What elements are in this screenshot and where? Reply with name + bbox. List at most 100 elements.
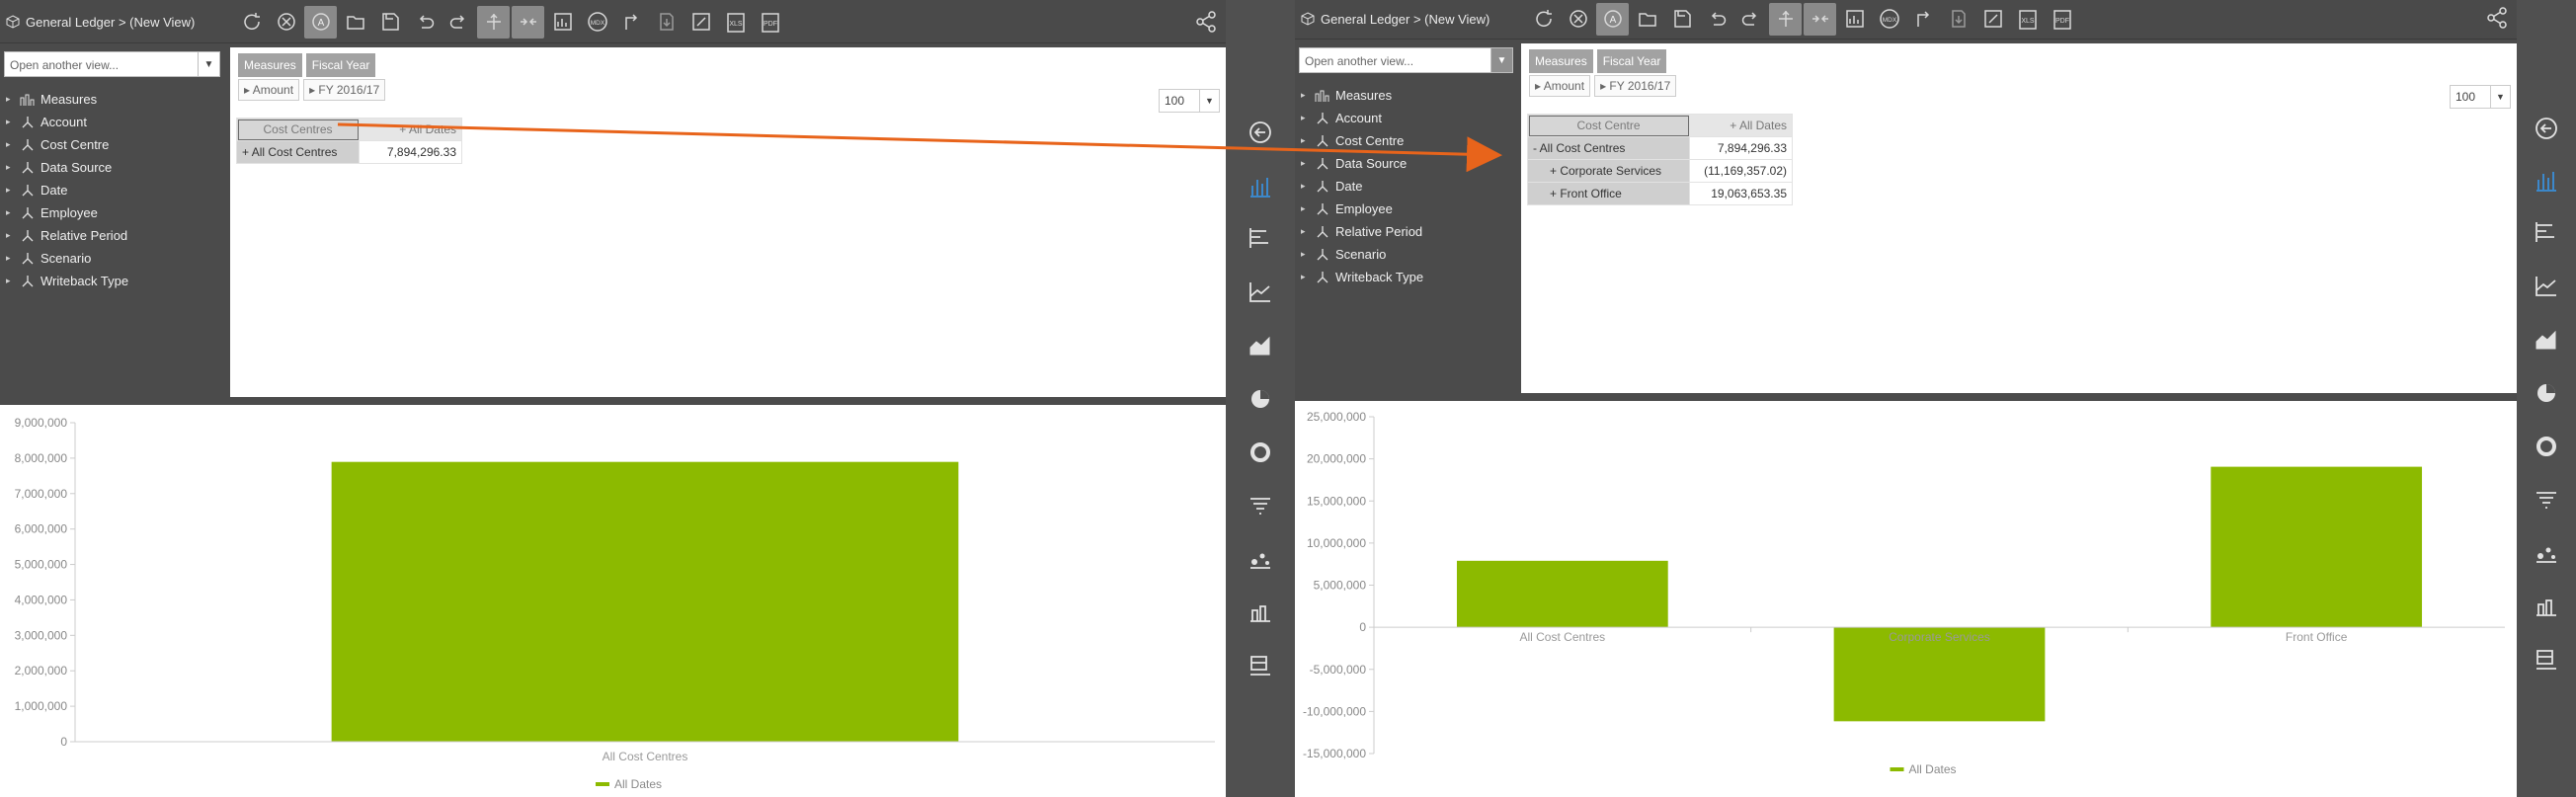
xls-button[interactable]: XLS (2011, 3, 2044, 36)
expand-arrow-icon[interactable]: ▸ (6, 276, 18, 286)
redo-button[interactable] (1734, 3, 1767, 36)
bar-front-office[interactable] (2211, 466, 2423, 628)
tree-item-cost-centre[interactable]: ▸ Cost Centre (6, 133, 128, 156)
open-button[interactable] (1631, 3, 1663, 36)
value-cell[interactable]: 7,894,296.33 (1689, 136, 1793, 160)
swap-button[interactable] (1907, 3, 1940, 36)
value-cell[interactable]: 19,063,653.35 (1689, 182, 1793, 205)
tree-item-relative-period[interactable]: ▸ Relative Period (6, 224, 128, 247)
page-size-select[interactable]: 100 ▼ (1159, 89, 1220, 113)
bar-chart-button[interactable] (1247, 225, 1274, 253)
legend-label[interactable]: All Dates (614, 777, 662, 791)
measures-chip[interactable]: Measures (238, 53, 302, 77)
expand-arrow-icon[interactable]: ▸ (1301, 158, 1313, 169)
expand-arrow-icon[interactable]: ▸ (6, 185, 18, 196)
swap-button[interactable] (615, 6, 648, 39)
expand-arrow-icon[interactable]: ▸ (1301, 113, 1313, 123)
expand-arrow-icon[interactable]: ▸ (6, 94, 18, 105)
column-header-cell[interactable]: + All Dates (359, 118, 462, 141)
pie-chart-button[interactable] (1247, 385, 1274, 413)
chevron-down-icon[interactable]: ▼ (2490, 86, 2510, 108)
value-cell[interactable]: (11,169,357.02) (1689, 159, 1793, 183)
tree-item-date[interactable]: ▸ Date (6, 179, 128, 201)
expand-arrow-icon[interactable]: ▸ (1301, 90, 1313, 101)
pdf-button[interactable]: PDF (754, 6, 786, 39)
area-chart-button[interactable] (1247, 332, 1274, 359)
undo-button[interactable] (408, 6, 441, 39)
combo-chart-button[interactable] (1247, 598, 1274, 626)
chart-toggle-button[interactable] (546, 6, 579, 39)
chevron-down-icon[interactable]: ▼ (198, 52, 219, 76)
tree-item-account[interactable]: ▸ Account (1301, 107, 1423, 129)
expand-arrow-icon[interactable]: ▸ (1301, 203, 1313, 214)
combo-chart-button[interactable] (2533, 593, 2560, 620)
tree-item-data-source[interactable]: ▸ Data Source (6, 156, 128, 179)
open-button[interactable] (339, 6, 371, 39)
tree-item-writeback-type[interactable]: ▸ Writeback Type (6, 270, 128, 292)
tree-item-account[interactable]: ▸ Account (6, 111, 128, 133)
xls-button[interactable]: XLS (719, 6, 752, 39)
breadcrumb[interactable]: General Ledger > (New View) (1301, 9, 1489, 29)
funnel-chart-button[interactable] (1247, 492, 1274, 519)
auto-button[interactable]: A (1596, 2, 1629, 36)
export-button[interactable] (1942, 3, 1974, 36)
tree-item-measures[interactable]: ▸ Measures (1301, 84, 1423, 107)
bar-chart-button[interactable] (2533, 219, 2560, 247)
amount-chip[interactable]: ▸ Amount (1529, 75, 1591, 97)
cancel-button[interactable] (270, 6, 302, 39)
redo-button[interactable] (443, 6, 475, 39)
view-selector-text[interactable]: Open another view... (5, 52, 198, 76)
page-size-select[interactable]: 100 ▼ (2450, 85, 2511, 109)
row-label-cell[interactable]: + Corporate Services (1527, 159, 1690, 183)
tree-item-relative-period[interactable]: ▸ Relative Period (1301, 220, 1423, 243)
cancel-button[interactable] (1562, 3, 1594, 36)
amount-chip[interactable]: ▸ Amount (238, 79, 300, 101)
measures-chip[interactable]: Measures (1529, 49, 1593, 73)
share-icon[interactable] (2485, 6, 2509, 30)
expand-arrow-icon[interactable]: ▸ (1301, 249, 1313, 260)
column-header-cell[interactable]: + All Dates (1689, 114, 1793, 137)
undo-button[interactable] (1700, 3, 1732, 36)
pivot-split-button[interactable] (1769, 2, 1802, 36)
table-chart-button[interactable] (1247, 652, 1274, 679)
mdx-button[interactable]: MDX (581, 6, 613, 39)
funnel-chart-button[interactable] (2533, 486, 2560, 514)
pivot-merge-button[interactable] (512, 5, 544, 39)
area-chart-button[interactable] (2533, 326, 2560, 354)
donut-chart-button[interactable] (2533, 433, 2560, 460)
tree-item-employee[interactable]: ▸ Employee (6, 201, 128, 224)
row-header-cell[interactable]: Cost Centre (1527, 114, 1690, 137)
chevron-down-icon[interactable]: ▼ (1199, 90, 1219, 112)
tree-item-writeback-type[interactable]: ▸ Writeback Type (1301, 266, 1423, 288)
fiscal-year-chip[interactable]: Fiscal Year (305, 53, 376, 77)
refresh-button[interactable] (1527, 3, 1560, 36)
tree-item-date[interactable]: ▸ Date (1301, 175, 1423, 198)
line-chart-button[interactable] (2533, 273, 2560, 300)
expand-arrow-icon[interactable]: ▸ (6, 207, 18, 218)
row-label-cell[interactable]: + Front Office (1527, 182, 1690, 205)
donut-chart-button[interactable] (1247, 438, 1274, 466)
fy-chip[interactable]: ▸ FY 2016/17 (303, 79, 386, 101)
breadcrumb[interactable]: General Ledger > (New View) (6, 12, 195, 32)
tree-item-data-source[interactable]: ▸ Data Source (1301, 152, 1423, 175)
chevron-down-icon[interactable]: ▼ (1490, 48, 1512, 72)
value-cell[interactable]: 7,894,296.33 (359, 140, 462, 164)
expand-arrow-icon[interactable]: ▸ (6, 117, 18, 127)
bar-all-cost-centres[interactable] (331, 461, 959, 742)
tree-item-scenario[interactable]: ▸ Scenario (1301, 243, 1423, 266)
pivot-merge-button[interactable] (1804, 2, 1836, 36)
expand-arrow-icon[interactable]: ▸ (1301, 272, 1313, 282)
line-chart-button[interactable] (1247, 279, 1274, 306)
view-selector[interactable]: Open another view... ▼ (1299, 47, 1513, 73)
tree-item-cost-centre[interactable]: ▸ Cost Centre (1301, 129, 1423, 152)
scatter-chart-button[interactable] (1247, 545, 1274, 573)
back-button[interactable] (2533, 115, 2560, 142)
fy-chip[interactable]: ▸ FY 2016/17 (1594, 75, 1677, 97)
legend-label[interactable]: All Dates (1909, 762, 1957, 776)
expand-arrow-icon[interactable]: ▸ (1301, 226, 1313, 237)
scatter-chart-button[interactable] (2533, 539, 2560, 567)
row-label-cell[interactable]: - All Cost Centres (1527, 136, 1690, 160)
fiscal-year-chip[interactable]: Fiscal Year (1596, 49, 1667, 73)
row-label-cell[interactable]: + All Cost Centres (236, 140, 360, 164)
row-header-cell[interactable]: Cost Centres (236, 118, 360, 141)
